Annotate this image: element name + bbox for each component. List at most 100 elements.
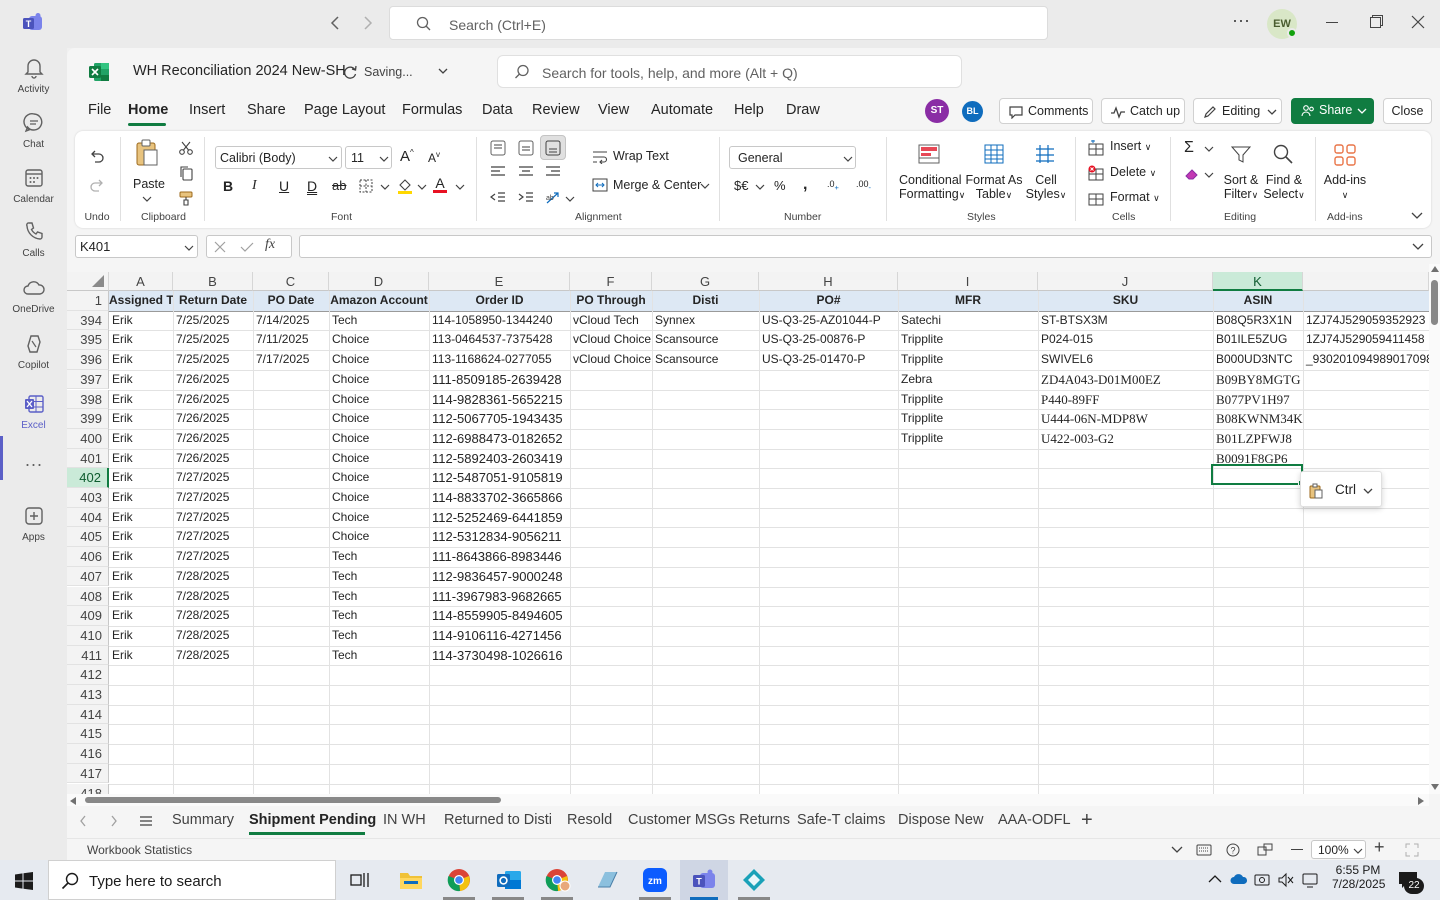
percent-style-icon[interactable]: %: [774, 178, 786, 193]
table-cell[interactable]: [1213, 705, 1303, 725]
table-cell[interactable]: [652, 409, 759, 429]
format-as-table-button[interactable]: Format As Table∨: [965, 173, 1023, 201]
table-cell[interactable]: [759, 665, 898, 685]
row-header[interactable]: 401: [67, 448, 109, 469]
table-cell[interactable]: [1303, 665, 1429, 685]
table-cell[interactable]: ZD4A043-D01M00EZ: [1038, 370, 1213, 390]
column-title-cell[interactable]: PO Date: [253, 291, 329, 311]
table-cell[interactable]: [759, 626, 898, 646]
table-cell[interactable]: [1303, 764, 1429, 784]
table-cell[interactable]: B08KWNM34K: [1213, 409, 1303, 429]
table-cell[interactable]: [1213, 784, 1303, 795]
table-cell[interactable]: 112-5892403-2603419: [429, 449, 570, 469]
table-cell[interactable]: [652, 370, 759, 390]
row-header[interactable]: 414: [67, 704, 109, 725]
rail-item-activity[interactable]: Activity: [0, 56, 67, 95]
fill-color-chevron-icon[interactable]: [417, 183, 427, 191]
zoom-select[interactable]: 100%: [1311, 840, 1366, 859]
status-chevron-icon[interactable]: [1171, 846, 1183, 854]
table-cell[interactable]: [1038, 626, 1213, 646]
redo-icon[interactable]: [89, 177, 105, 193]
table-cell[interactable]: [429, 685, 570, 705]
table-cell[interactable]: [1038, 547, 1213, 567]
table-cell[interactable]: 111-3967983-9682665: [429, 587, 570, 607]
wrap-text-button[interactable]: Wrap Text: [613, 149, 669, 163]
merge-center-button[interactable]: Merge & Center: [613, 178, 701, 192]
table-cell[interactable]: [570, 429, 652, 449]
table-cell[interactable]: [1038, 449, 1213, 469]
feedback-icon[interactable]: [1257, 843, 1273, 857]
table-cell[interactable]: [253, 626, 329, 646]
table-cell[interactable]: B09BY8MGTG: [1213, 370, 1303, 390]
table-cell[interactable]: [570, 744, 652, 764]
align-center-icon[interactable]: [518, 165, 534, 179]
table-cell[interactable]: [759, 724, 898, 744]
table-cell[interactable]: [1303, 744, 1429, 764]
table-cell[interactable]: [1038, 646, 1213, 666]
row-header[interactable]: 409: [67, 606, 109, 626]
outlook-icon[interactable]: [496, 868, 522, 892]
table-cell[interactable]: [759, 468, 898, 488]
table-cell[interactable]: [759, 646, 898, 666]
keyboard-icon[interactable]: [1196, 844, 1212, 856]
select-all-corner[interactable]: [67, 272, 109, 291]
table-cell[interactable]: [759, 685, 898, 705]
table-cell[interactable]: [652, 527, 759, 547]
table-cell[interactable]: [570, 665, 652, 685]
rail-item-calendar[interactable]: Calendar: [0, 166, 67, 205]
table-cell[interactable]: [759, 587, 898, 607]
table-cell[interactable]: [570, 646, 652, 666]
table-cell[interactable]: [109, 685, 173, 705]
table-cell[interactable]: 114-8833702-3665866: [429, 488, 570, 508]
name-box[interactable]: K401: [75, 235, 198, 258]
table-cell[interactable]: [652, 587, 759, 607]
sheet-tab-shipment-pending[interactable]: Shipment Pending: [249, 812, 376, 828]
table-cell[interactable]: [759, 429, 898, 449]
table-cell[interactable]: 7/27/2025: [173, 488, 253, 508]
confirm-formula-icon[interactable]: [240, 241, 254, 253]
rail-item-copilot[interactable]: Copilot: [0, 332, 67, 371]
table-cell[interactable]: [1213, 606, 1303, 626]
table-cell[interactable]: [759, 744, 898, 764]
column-title-cell[interactable]: ASIN: [1213, 291, 1303, 311]
table-cell[interactable]: [898, 587, 1038, 607]
table-cell[interactable]: [1303, 429, 1429, 449]
table-cell[interactable]: Choice: [329, 409, 429, 429]
table-cell[interactable]: 7/27/2025: [173, 527, 253, 547]
workbook-title[interactable]: WH Reconciliation 2024 New-SH: [133, 63, 346, 79]
table-cell[interactable]: [1038, 724, 1213, 744]
align-top-icon[interactable]: [490, 140, 506, 156]
sheet-tab-safe-t-claims[interactable]: Safe-T claims: [797, 812, 885, 828]
more-apps-icon[interactable]: ···: [0, 454, 67, 475]
table-cell[interactable]: [652, 449, 759, 469]
add-sheet-icon[interactable]: +: [1081, 809, 1093, 832]
table-cell[interactable]: [570, 626, 652, 646]
column-header-b[interactable]: B: [173, 272, 253, 291]
addins-button[interactable]: Add-ins ∨: [1321, 173, 1369, 201]
sort-filter-button[interactable]: Sort & Filter∨: [1219, 173, 1263, 201]
align-bottom-button[interactable]: [540, 135, 566, 160]
table-cell[interactable]: [1303, 508, 1429, 528]
table-cell[interactable]: [253, 784, 329, 795]
fill-color-icon[interactable]: [397, 177, 413, 195]
table-cell[interactable]: 111-8643866-8983446: [429, 547, 570, 567]
cell-styles-button[interactable]: Cell Styles∨: [1025, 173, 1067, 201]
table-cell[interactable]: [570, 705, 652, 725]
table-cell[interactable]: [1213, 685, 1303, 705]
fullscreen-icon[interactable]: [1405, 843, 1419, 857]
align-left-icon[interactable]: [490, 165, 506, 179]
sheet-tab-resold[interactable]: Resold: [567, 812, 612, 828]
table-cell[interactable]: [570, 784, 652, 795]
row-header[interactable]: 396: [67, 350, 109, 370]
table-cell[interactable]: P440-89FF: [1038, 390, 1213, 410]
table-cell[interactable]: [253, 724, 329, 744]
column-header-g[interactable]: G: [652, 272, 759, 291]
table-cell[interactable]: U422-003-G2: [1038, 429, 1213, 449]
table-cell[interactable]: [898, 744, 1038, 764]
autosum-chevron-icon[interactable]: [1204, 145, 1214, 153]
table-cell[interactable]: [570, 508, 652, 528]
table-cell[interactable]: [759, 488, 898, 508]
table-cell[interactable]: Tech: [329, 567, 429, 587]
table-cell[interactable]: [898, 488, 1038, 508]
table-cell[interactable]: [759, 370, 898, 390]
